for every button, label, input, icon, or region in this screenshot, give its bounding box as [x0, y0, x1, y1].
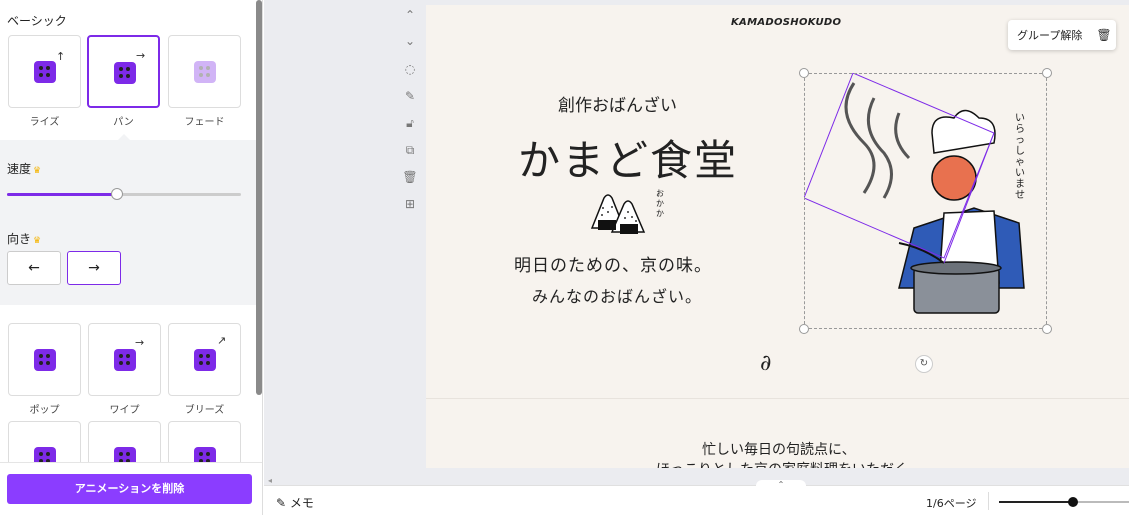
ungroup-toolbar: グループ解除 🗑︎ — [1008, 20, 1116, 50]
body-text-line-1[interactable]: 忙しい毎日の句読点に、 — [702, 439, 856, 459]
squiggle-ornament[interactable]: ∂ — [760, 351, 771, 376]
animation-tile-label: ワイプ — [109, 405, 140, 416]
page-count[interactable]: 1/6ページ — [926, 495, 976, 511]
trash-icon[interactable]: 🗑︎ — [402, 170, 418, 184]
resize-handle[interactable] — [799, 324, 809, 334]
pages-toggle[interactable]: ⌃ — [756, 480, 806, 490]
shapes-icon — [34, 349, 56, 371]
add-page-icon[interactable]: ⊞ — [402, 197, 418, 211]
speed-slider-thumb[interactable] — [110, 188, 123, 200]
okaka-label[interactable]: おかか — [656, 189, 666, 219]
animation-tile-pan[interactable]: → — [87, 35, 160, 108]
chevron-down-icon[interactable]: ⌄ — [402, 34, 418, 48]
memo-label: メモ — [289, 496, 314, 510]
zoom-slider-fill — [999, 501, 1074, 503]
animation-tile-label: ブリーズ — [184, 405, 225, 416]
animation-tile-pop[interactable] — [8, 323, 81, 396]
duplicate-icon[interactable]: ⧉ — [402, 143, 418, 158]
logo-text[interactable]: KAMADOSHOKUDO — [731, 17, 841, 28]
speed-slider[interactable] — [7, 188, 241, 200]
rotate-icon[interactable]: ↻ — [915, 355, 933, 373]
delete-animation-button[interactable]: アニメーションを削除 — [7, 474, 252, 504]
resize-handle[interactable] — [1042, 324, 1052, 334]
trash-icon[interactable]: 🗑︎ — [1096, 28, 1111, 42]
zoom-slider[interactable] — [999, 497, 1129, 507]
body-text-line-2[interactable]: ほっこりとした京の家庭料理をいただく — [656, 459, 908, 468]
animation-tile-label: ライズ — [29, 117, 60, 128]
animation-panel: ベーシック ↑ ライズ → パン フェード 速度♛ 向き♛ ← → ポップ — [0, 0, 263, 515]
direction-label: 向き ♛ — [7, 232, 42, 246]
onigiri-illustration[interactable] — [588, 190, 648, 236]
speed-slider-fill — [7, 193, 117, 196]
resize-handle[interactable] — [799, 68, 809, 78]
shapes-icon — [34, 61, 56, 83]
main-title-text[interactable]: かまど食堂 — [518, 127, 738, 188]
arrow-diagonal-icon: ↗ — [217, 334, 227, 347]
animation-tile-label: パン — [113, 117, 134, 128]
resize-handle[interactable] — [1042, 68, 1052, 78]
panel-divider-line — [0, 462, 262, 463]
memo-icon: ✎ — [276, 496, 290, 510]
animation-tile-wipe[interactable]: → — [88, 323, 161, 396]
arrow-right-icon: → — [135, 336, 145, 349]
subtitle-text[interactable]: 創作おばんざい — [558, 91, 677, 116]
zoom-slider-thumb[interactable] — [1068, 497, 1079, 507]
direction-left-button[interactable]: ← — [7, 251, 61, 285]
shapes-icon — [114, 62, 136, 84]
animation-tile-breeze[interactable]: ↗ — [168, 323, 241, 396]
animation-tile-fade[interactable] — [168, 35, 241, 108]
crown-icon: ♛ — [33, 166, 42, 176]
animation-tile-rise[interactable]: ↑ — [8, 35, 81, 108]
bottom-bar: ⌃ ✎ メモ 1/6ページ — [264, 480, 1129, 515]
arrow-up-icon: ↑ — [56, 50, 66, 63]
shapes-icon — [194, 349, 216, 371]
panel-scrollbar[interactable] — [256, 0, 262, 395]
divider — [988, 492, 989, 510]
crown-icon: ♛ — [33, 236, 42, 246]
animation-tile-label: フェード — [184, 117, 225, 128]
scroll-left-icon[interactable]: ◂ — [268, 476, 272, 485]
animation-tile-label: ポップ — [29, 405, 60, 416]
shapes-icon — [194, 61, 216, 83]
design-page[interactable]: KAMADOSHOKUDO 創作おばんざい かまど食堂 おかか 明日のための、京… — [426, 5, 1129, 468]
memo-icon[interactable]: ✎ — [402, 89, 418, 103]
hide-icon[interactable]: ◌ — [402, 62, 418, 76]
selection-box — [804, 73, 1047, 329]
ungroup-button[interactable]: グループ解除 — [1017, 27, 1082, 43]
tagline-line-1[interactable]: 明日のための、京の味。 — [514, 251, 712, 276]
chevron-up-icon[interactable]: ⌃ — [402, 8, 418, 22]
arrow-right-icon: → — [136, 49, 146, 62]
shapes-icon — [114, 349, 136, 371]
direction-right-button[interactable]: → — [67, 251, 121, 285]
tagline-line-2[interactable]: みんなのおばんざい。 — [532, 283, 702, 307]
vertical-greeting-text[interactable]: いらっしゃいませ — [1015, 113, 1027, 201]
pointer-caret — [118, 134, 130, 140]
basic-section-title: ベーシック — [7, 14, 67, 28]
editor-area: ⌃ ⌄ ◌ ✎ 🔓︎ ⧉ 🗑︎ ⊞ KAMADOSHOKUDO 創作おばんざい … — [264, 0, 1129, 485]
lock-icon[interactable]: 🔓︎ — [402, 116, 418, 131]
app: ベーシック ↑ ライズ → パン フェード 速度♛ 向き♛ ← → ポップ — [0, 0, 1129, 515]
page-separator — [426, 398, 1129, 399]
memo-button[interactable]: ✎ メモ — [276, 494, 314, 511]
speed-label: 速度 ♛ — [7, 162, 42, 176]
